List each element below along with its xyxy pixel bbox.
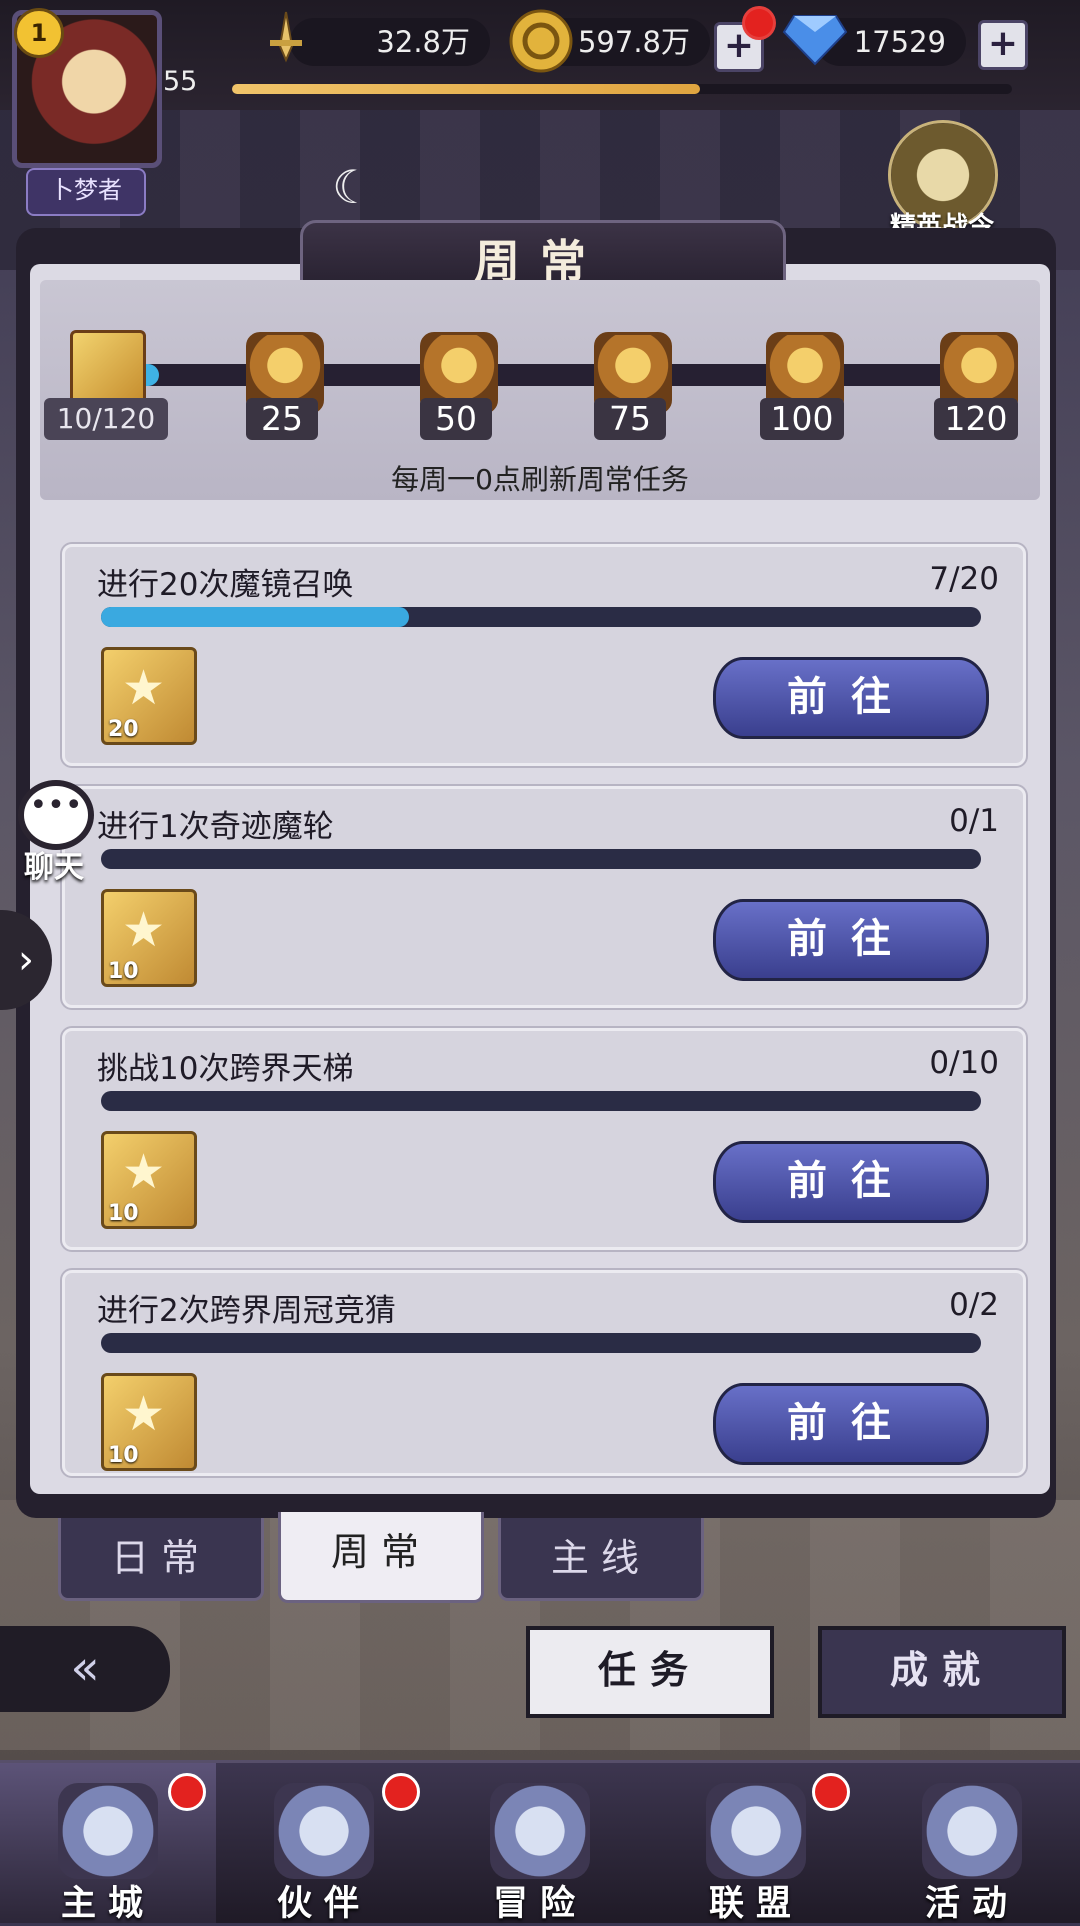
power-value: 32.8万 bbox=[376, 25, 470, 59]
nav-partners[interactable]: 伙伴 bbox=[216, 1763, 432, 1924]
star-icon: ★ bbox=[122, 1144, 166, 1200]
task-title: 进行20次魔镜召唤 bbox=[97, 567, 354, 603]
coin-icon bbox=[509, 9, 573, 73]
reward-scroll-icon[interactable]: ★ 10 bbox=[101, 1131, 197, 1229]
tab-main[interactable]: 主线 bbox=[498, 1518, 704, 1601]
castle-icon bbox=[58, 1783, 158, 1879]
task-card: 进行2次跨界周冠竞猜 0/2 ★ 10 前往 bbox=[62, 1270, 1026, 1476]
nav-label: 联盟 bbox=[708, 1884, 803, 1924]
gold-notify-dot bbox=[742, 6, 776, 40]
player-level: 55 bbox=[163, 66, 198, 97]
milestone-label: 100 bbox=[760, 398, 844, 440]
cards-icon bbox=[922, 1783, 1022, 1879]
nav-label: 冒险 bbox=[492, 1884, 587, 1924]
achievements-toggle-button[interactable]: 成就 bbox=[818, 1626, 1066, 1718]
vip-badge: 1 bbox=[14, 8, 64, 58]
reward-quantity: 20 bbox=[108, 717, 139, 742]
task-title: 进行2次跨界周冠竞猜 bbox=[97, 1293, 396, 1329]
milestone-label: 120 bbox=[934, 398, 1018, 440]
shield-icon bbox=[706, 1783, 806, 1879]
activity-scroll-icon bbox=[70, 330, 146, 408]
back-arrow-icon[interactable]: « bbox=[0, 1626, 170, 1712]
gold-value: 597.8万 bbox=[577, 25, 690, 59]
refresh-note: 每周一0点刷新周常任务 bbox=[391, 463, 689, 496]
chat-icon: ••• bbox=[18, 780, 94, 850]
task-progress-bar bbox=[101, 607, 981, 627]
tasks-toggle-button[interactable]: 任务 bbox=[526, 1626, 774, 1718]
diamond-icon bbox=[782, 15, 848, 66]
tab-daily[interactable]: 日常 bbox=[58, 1518, 264, 1601]
nav-events[interactable]: 活动 bbox=[864, 1763, 1080, 1924]
go-button[interactable]: 前往 bbox=[713, 657, 989, 739]
task-count: 0/1 bbox=[949, 803, 999, 839]
chat-label: 聊天 bbox=[24, 850, 84, 885]
go-button[interactable]: 前往 bbox=[713, 1383, 989, 1465]
task-card: 挑战10次跨界天梯 0/10 ★ 10 前往 bbox=[62, 1028, 1026, 1250]
power-display: 32.8万 bbox=[290, 18, 490, 66]
reward-quantity: 10 bbox=[108, 1443, 139, 1468]
task-count: 7/20 bbox=[929, 561, 999, 597]
reward-scroll-icon[interactable]: ★ 20 bbox=[101, 647, 197, 745]
reward-scroll-icon[interactable]: ★ 10 bbox=[101, 889, 197, 987]
task-title: 进行1次奇迹魔轮 bbox=[97, 809, 334, 845]
nav-label: 活动 bbox=[924, 1884, 1019, 1924]
xp-fill bbox=[232, 84, 700, 94]
reward-quantity: 10 bbox=[108, 1201, 139, 1226]
task-progress-bar bbox=[101, 849, 981, 869]
task-count: 0/2 bbox=[949, 1287, 999, 1323]
diamond-value: 17529 bbox=[853, 25, 946, 59]
reward-quantity: 10 bbox=[108, 959, 139, 984]
weekly-progress-bar bbox=[82, 364, 1012, 386]
moon-icon: ☾ bbox=[332, 160, 374, 214]
task-card: 进行20次魔镜召唤 7/20 ★ 20 前往 bbox=[62, 544, 1026, 766]
notify-dot bbox=[168, 1773, 206, 1811]
bottom-nav: 主城 伙伴 冒险 联盟 活动 bbox=[0, 1760, 1080, 1924]
chat-button[interactable]: ••• 聊天 bbox=[6, 780, 96, 885]
milestone-label: 50 bbox=[420, 398, 492, 440]
reward-scroll-icon[interactable]: ★ 10 bbox=[101, 1373, 197, 1471]
sword-icon bbox=[270, 11, 302, 63]
nav-main-city[interactable]: 主城 bbox=[0, 1763, 216, 1924]
star-icon: ★ bbox=[122, 902, 166, 958]
star-icon: ★ bbox=[122, 660, 166, 716]
milestone-label: 75 bbox=[594, 398, 666, 440]
nav-label: 伙伴 bbox=[276, 1884, 371, 1924]
go-button[interactable]: 前往 bbox=[713, 1141, 989, 1223]
star-icon: ★ bbox=[122, 1386, 166, 1442]
notify-dot bbox=[812, 1773, 850, 1811]
player-title: 卜梦者 bbox=[26, 168, 146, 216]
notify-dot bbox=[382, 1773, 420, 1811]
add-diamond-button[interactable]: + bbox=[978, 20, 1028, 70]
milestone-label: 25 bbox=[246, 398, 318, 440]
witch-hat-icon bbox=[274, 1783, 374, 1879]
tab-weekly[interactable]: 周常 bbox=[278, 1512, 484, 1603]
go-button[interactable]: 前往 bbox=[713, 899, 989, 981]
compass-icon bbox=[490, 1783, 590, 1879]
task-progress-bar bbox=[101, 1091, 981, 1111]
weekly-progress-label: 10/120 bbox=[44, 398, 168, 440]
nav-label: 主城 bbox=[60, 1884, 155, 1924]
task-count: 0/10 bbox=[929, 1045, 999, 1081]
task-card: 进行1次奇迹魔轮 0/1 ★ 10 前往 bbox=[62, 786, 1026, 1008]
xp-bar bbox=[232, 84, 1012, 94]
task-title: 挑战10次跨界天梯 bbox=[97, 1051, 354, 1087]
nav-alliance[interactable]: 联盟 bbox=[648, 1763, 864, 1924]
task-progress-fill bbox=[101, 607, 409, 627]
task-progress-bar bbox=[101, 1333, 981, 1353]
nav-adventure[interactable]: 冒险 bbox=[432, 1763, 648, 1924]
